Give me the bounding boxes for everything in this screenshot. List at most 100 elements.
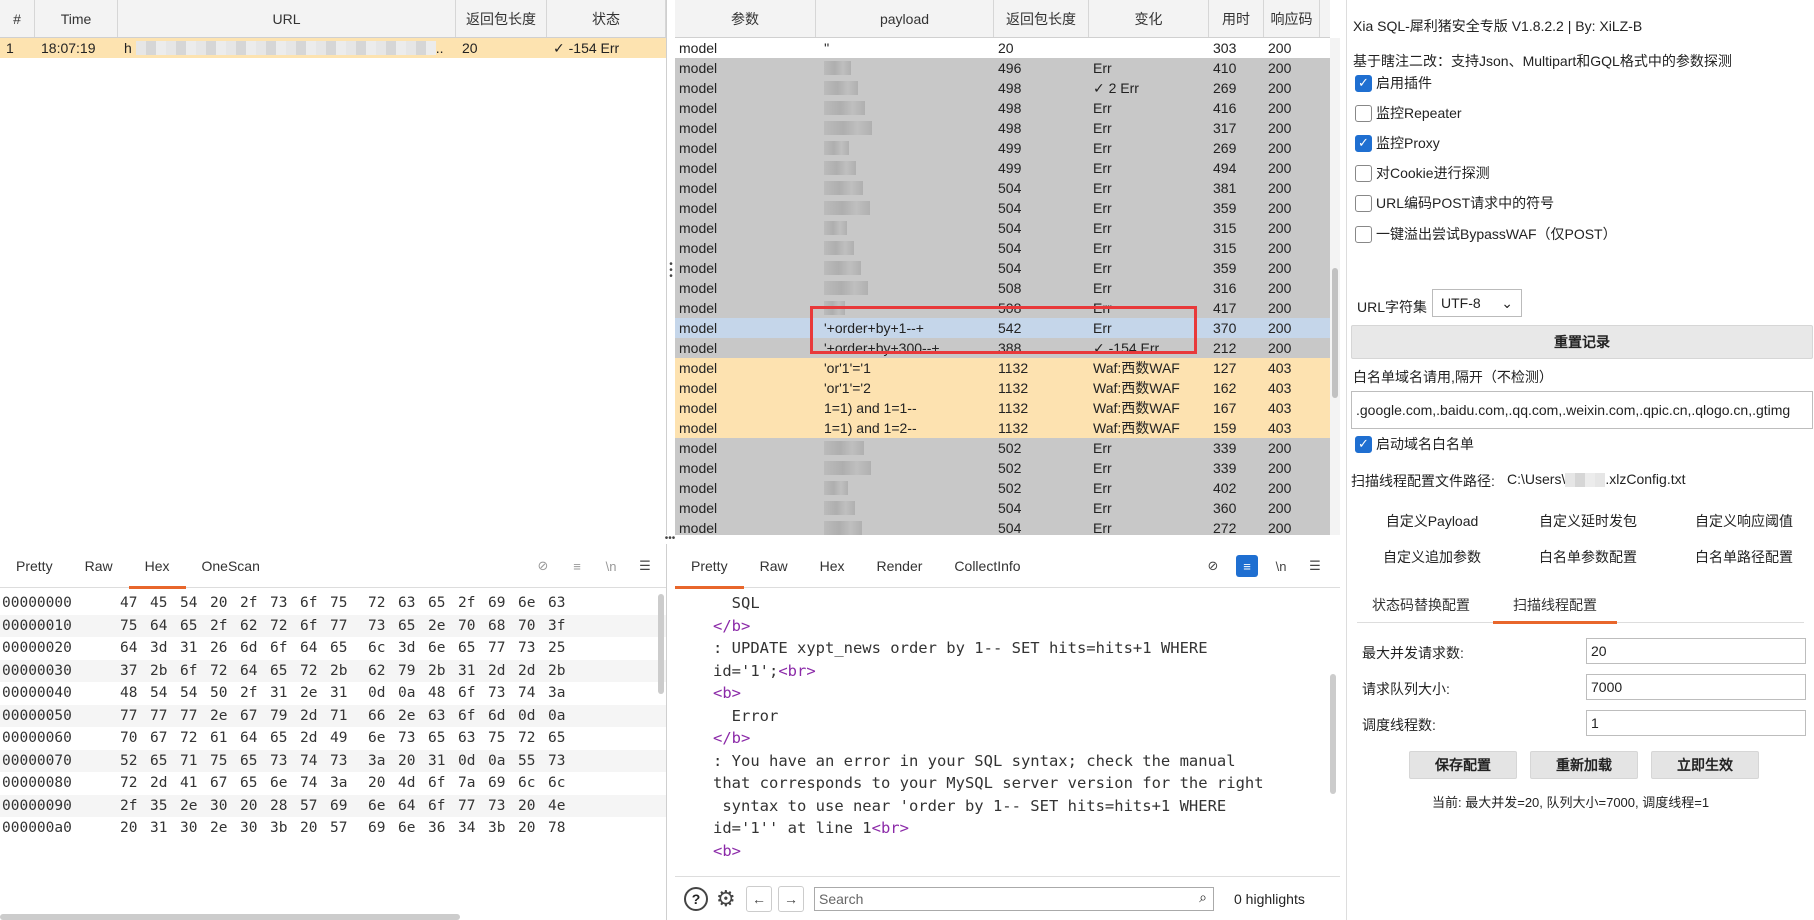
custom-config-button[interactable]: 自定义追加参数: [1357, 544, 1507, 570]
results-row[interactable]: model 499 Err 269 200: [675, 138, 1330, 158]
results-row[interactable]: model 504 Err 359 200: [675, 198, 1330, 218]
search-icon[interactable]: ⌕: [1199, 889, 1207, 906]
cell-param: model: [679, 260, 718, 276]
tab-resp-collectinfo[interactable]: CollectInfo: [938, 544, 1036, 588]
custom-config-button[interactable]: 白名单参数配置: [1513, 544, 1663, 570]
tab-req-pretty[interactable]: Pretty: [0, 544, 69, 588]
col-param[interactable]: 参数: [675, 0, 816, 37]
charset-select[interactable]: UTF-8 ⌄: [1432, 289, 1522, 317]
checkbox-box[interactable]: ✓: [1355, 134, 1372, 152]
cell-time: 162: [1213, 380, 1237, 396]
splitter-handle-vertical[interactable]: • • •: [668, 260, 674, 282]
forward-icon[interactable]: →: [778, 885, 804, 912]
custom-config-button[interactable]: 自定义响应阈值: [1669, 508, 1814, 534]
col-status[interactable]: 状态: [547, 0, 666, 37]
results-row[interactable]: model 504 Err 359 200: [675, 258, 1330, 278]
col-change[interactable]: 变化: [1089, 0, 1209, 37]
tab-resp-pretty[interactable]: Pretty: [675, 544, 744, 589]
newline-icon[interactable]: \n: [600, 555, 622, 577]
tab-req-onescan[interactable]: OneScan: [186, 544, 276, 588]
col-resp-code[interactable]: 响应码: [1264, 0, 1320, 37]
hide-icon[interactable]: ⊘: [1202, 555, 1224, 577]
checkbox-box[interactable]: [1355, 194, 1372, 212]
results-row[interactable]: model 502 Err 339 200: [675, 438, 1330, 458]
results-row[interactable]: model 502 Err 402 200: [675, 478, 1330, 498]
hex-hscroll[interactable]: [0, 914, 460, 920]
field-input[interactable]: 20: [1586, 638, 1806, 664]
hex-vscroll[interactable]: [658, 594, 664, 694]
checkbox-box[interactable]: [1355, 104, 1372, 122]
col-resp-length[interactable]: 返回包长度: [994, 0, 1089, 37]
wrap-icon[interactable]: ≡: [566, 555, 588, 577]
whitelist-input[interactable]: .google.com,.baidu.com,.qq.com,.weixin.c…: [1351, 391, 1813, 429]
option-checkbox[interactable]: URL编码POST请求中的符号: [1355, 193, 1554, 213]
custom-config-button[interactable]: 自定义延时发包: [1513, 508, 1663, 534]
scroll-thumb[interactable]: [1332, 268, 1338, 398]
custom-config-button[interactable]: 白名单路径配置: [1669, 544, 1814, 570]
results-row[interactable]: model 'or'1'='1 1132 Waf:西数WAF 127 403: [675, 358, 1330, 378]
gear-icon[interactable]: ⚙: [716, 886, 740, 911]
tab-status-replace[interactable]: 状态码替换配置: [1362, 587, 1480, 623]
tab-req-hex[interactable]: Hex: [128, 544, 186, 589]
results-scrollbar[interactable]: [1330, 38, 1340, 535]
tab-thread-config[interactable]: 扫描线程配置: [1493, 587, 1617, 624]
wrap-icon[interactable]: ≡: [1236, 555, 1258, 577]
col-num[interactable]: #: [0, 0, 35, 37]
newline-icon[interactable]: \n: [1270, 555, 1292, 577]
results-row[interactable]: model 1=1) and 1=1-- 1132 Waf:西数WAF 167 403: [675, 398, 1330, 418]
apply-now-button[interactable]: 立即生效: [1651, 751, 1759, 779]
option-checkbox[interactable]: ✓ 启用插件: [1355, 73, 1432, 93]
tab-req-raw[interactable]: Raw: [69, 544, 129, 588]
option-checkbox[interactable]: ✓ 监控Proxy: [1355, 133, 1440, 153]
option-checkbox[interactable]: 监控Repeater: [1355, 103, 1462, 123]
custom-config-button[interactable]: 自定义Payload: [1357, 508, 1507, 534]
results-row[interactable]: model 498 ✓ 2 Err 269 200: [675, 78, 1330, 98]
col-payload[interactable]: payload: [816, 0, 994, 37]
results-row[interactable]: model 504 Err 381 200: [675, 178, 1330, 198]
help-icon[interactable]: ?: [684, 886, 708, 911]
results-row[interactable]: model 508 Err 316 200: [675, 278, 1330, 298]
hide-icon[interactable]: ⊘: [532, 555, 554, 577]
checkbox-box[interactable]: [1355, 164, 1372, 182]
response-body[interactable]: SQL </b>: UPDATE xypt_news order by 1-- S…: [675, 588, 1340, 862]
tab-resp-hex[interactable]: Hex: [804, 544, 861, 588]
hex-body[interactable]: 00000000 47 45 54 20 2f 73 6f 75 72 63 65 2f 69 6e 63 00…: [0, 588, 666, 840]
results-row[interactable]: model 504 Err 272 200: [675, 518, 1330, 535]
splitter-handle-horizontal[interactable]: •••: [658, 534, 682, 544]
results-row[interactable]: model '' 20 303 200: [675, 38, 1330, 58]
whitelist-enable-checkbox[interactable]: ✓ 启动域名白名单: [1355, 434, 1474, 454]
checkbox-box[interactable]: ✓: [1355, 435, 1372, 453]
col-url[interactable]: URL: [118, 0, 456, 37]
option-checkbox[interactable]: 一键溢出尝试BypassWAF（仅POST）: [1355, 224, 1617, 244]
field-input[interactable]: 7000: [1586, 674, 1806, 700]
results-row[interactable]: model 498 Err 416 200: [675, 98, 1330, 118]
menu-icon[interactable]: ☰: [634, 555, 656, 577]
history-row[interactable]: 1 18:07:19 h .. 20 ✓ -154 Err: [0, 38, 666, 58]
reset-button[interactable]: 重置记录: [1351, 325, 1813, 359]
back-icon[interactable]: ←: [746, 885, 772, 912]
option-checkbox[interactable]: 对Cookie进行探测: [1355, 163, 1490, 183]
results-row[interactable]: model 498 Err 317 200: [675, 118, 1330, 138]
results-row[interactable]: model 504 Err 315 200: [675, 218, 1330, 238]
results-row[interactable]: model 'or'1'='2 1132 Waf:西数WAF 162 403: [675, 378, 1330, 398]
results-row[interactable]: model 1=1) and 1=2-- 1132 Waf:西数WAF 159 403: [675, 418, 1330, 438]
save-config-button[interactable]: 保存配置: [1409, 751, 1517, 779]
menu-icon[interactable]: ☰: [1304, 555, 1326, 577]
tab-resp-render[interactable]: Render: [861, 544, 939, 588]
checkbox-box[interactable]: ✓: [1355, 74, 1372, 92]
results-row[interactable]: model 499 Err 494 200: [675, 158, 1330, 178]
results-row[interactable]: model 504 Err 315 200: [675, 238, 1330, 258]
results-row[interactable]: model 502 Err 339 200: [675, 458, 1330, 478]
results-row[interactable]: model 496 Err 410 200: [675, 58, 1330, 78]
field-input[interactable]: 1: [1586, 710, 1806, 736]
col-time-used[interactable]: 用时: [1209, 0, 1264, 37]
reload-button[interactable]: 重新加载: [1530, 751, 1638, 779]
results-row[interactable]: model 504 Err 360 200: [675, 498, 1330, 518]
col-time[interactable]: Time: [35, 0, 118, 37]
search-input[interactable]: Search ⌕: [814, 886, 1214, 911]
response-vscroll[interactable]: [1330, 674, 1336, 794]
checkbox-box[interactable]: [1355, 225, 1372, 243]
hex-byte: 30: [180, 820, 198, 837]
tab-resp-raw[interactable]: Raw: [744, 544, 804, 588]
col-length[interactable]: 返回包长度: [456, 0, 547, 37]
